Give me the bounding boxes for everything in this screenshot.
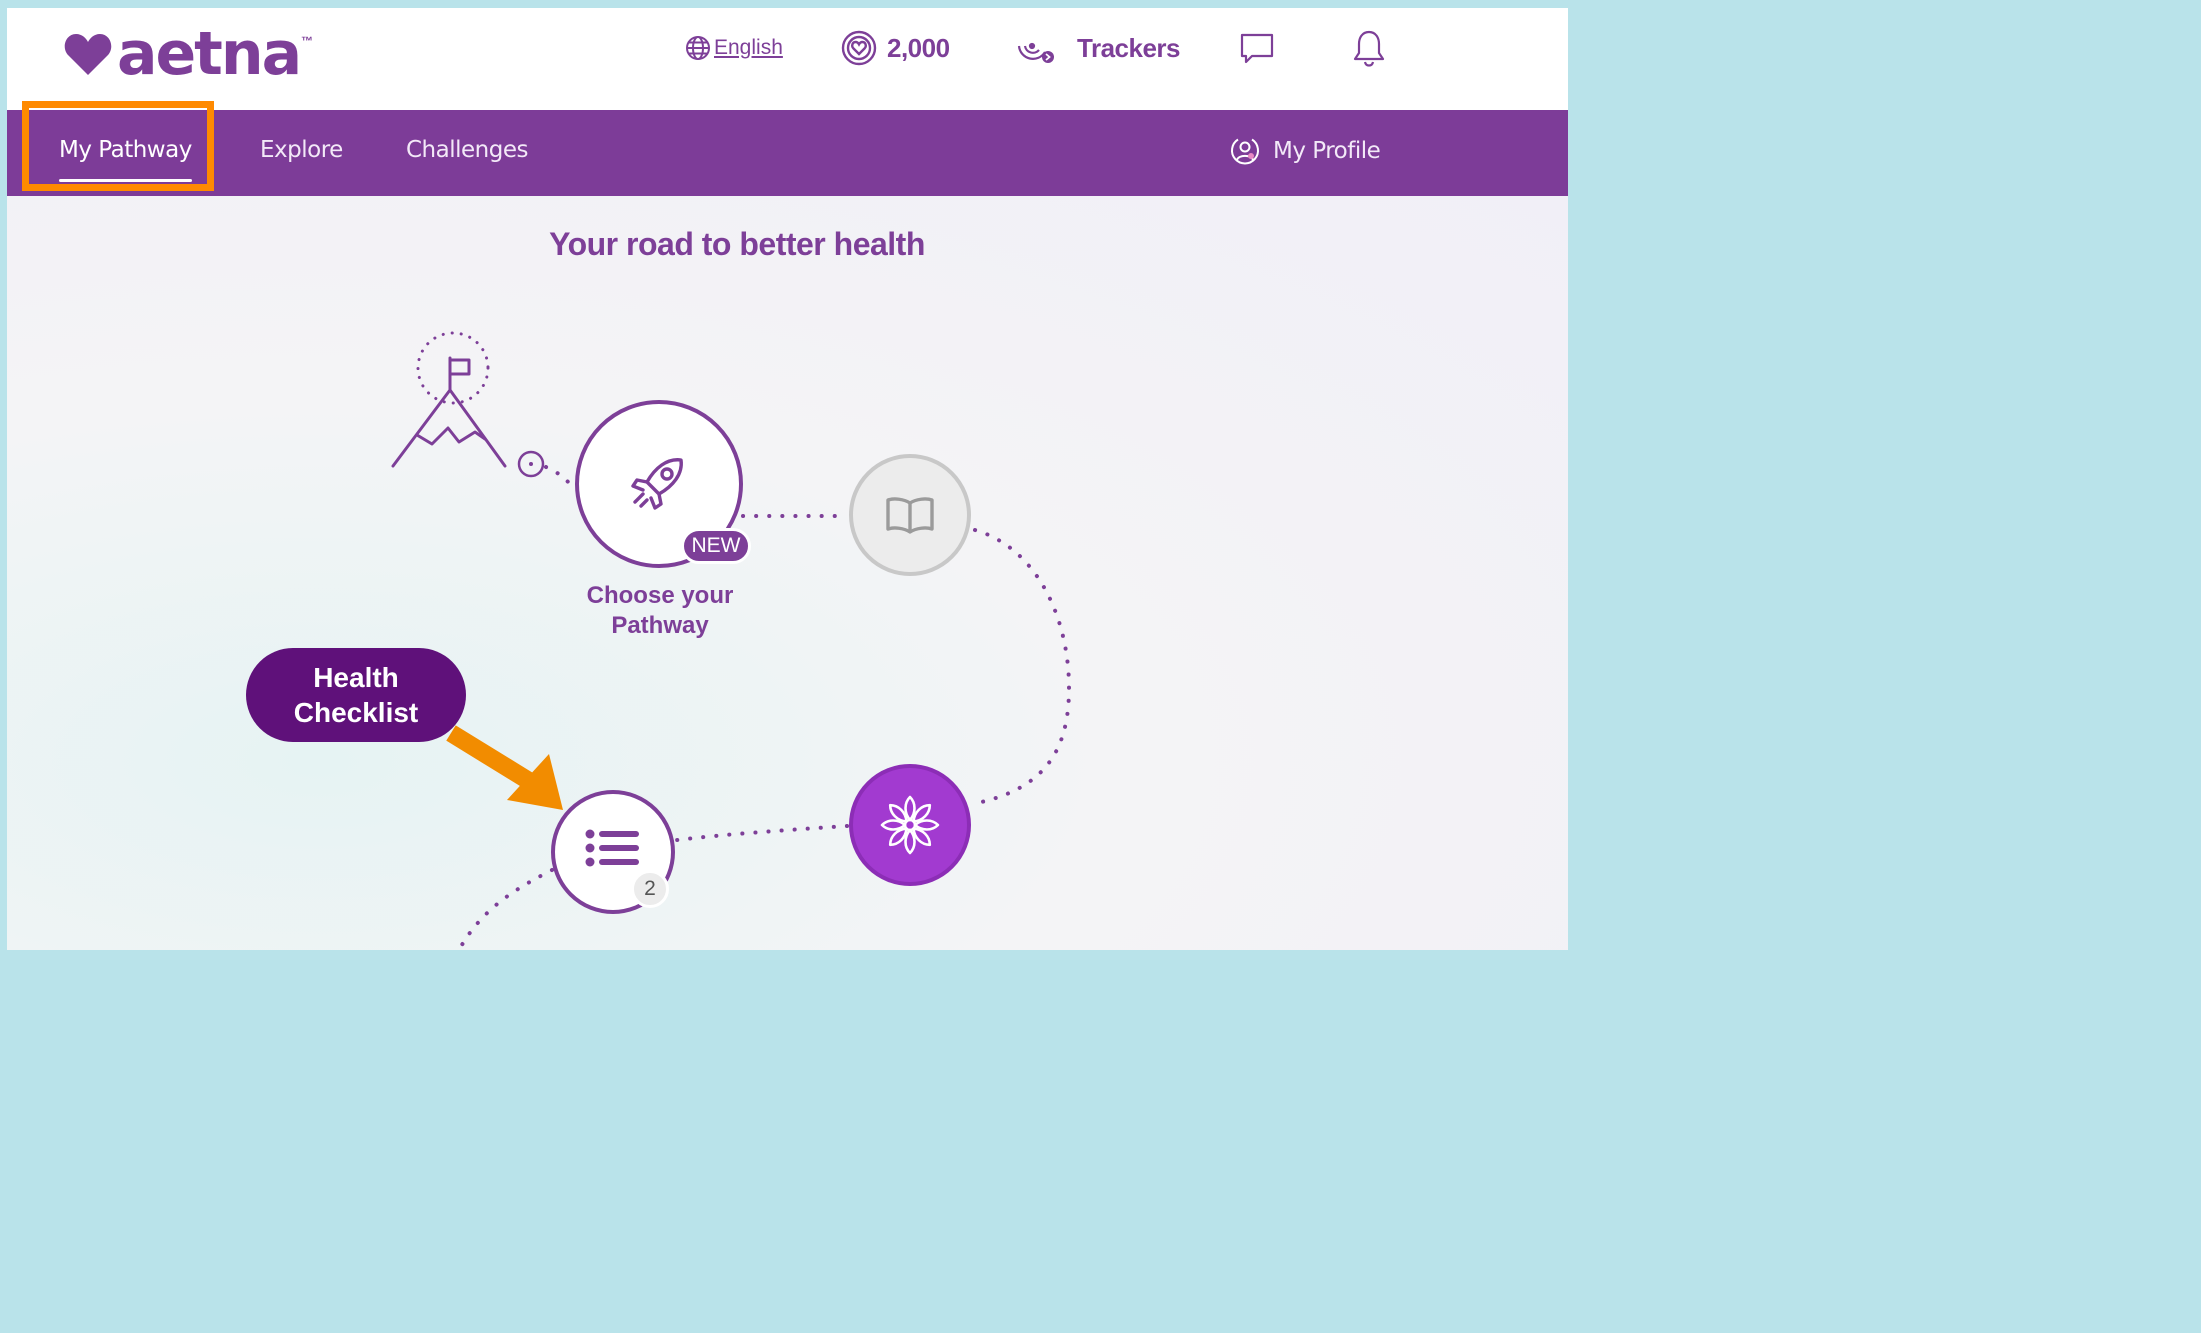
callout-arrow (446, 725, 563, 810)
app-frame: aetna ™ English 2,000 Trackers My Pathwa… (7, 8, 1568, 950)
tab-highlight-frame (22, 101, 214, 191)
